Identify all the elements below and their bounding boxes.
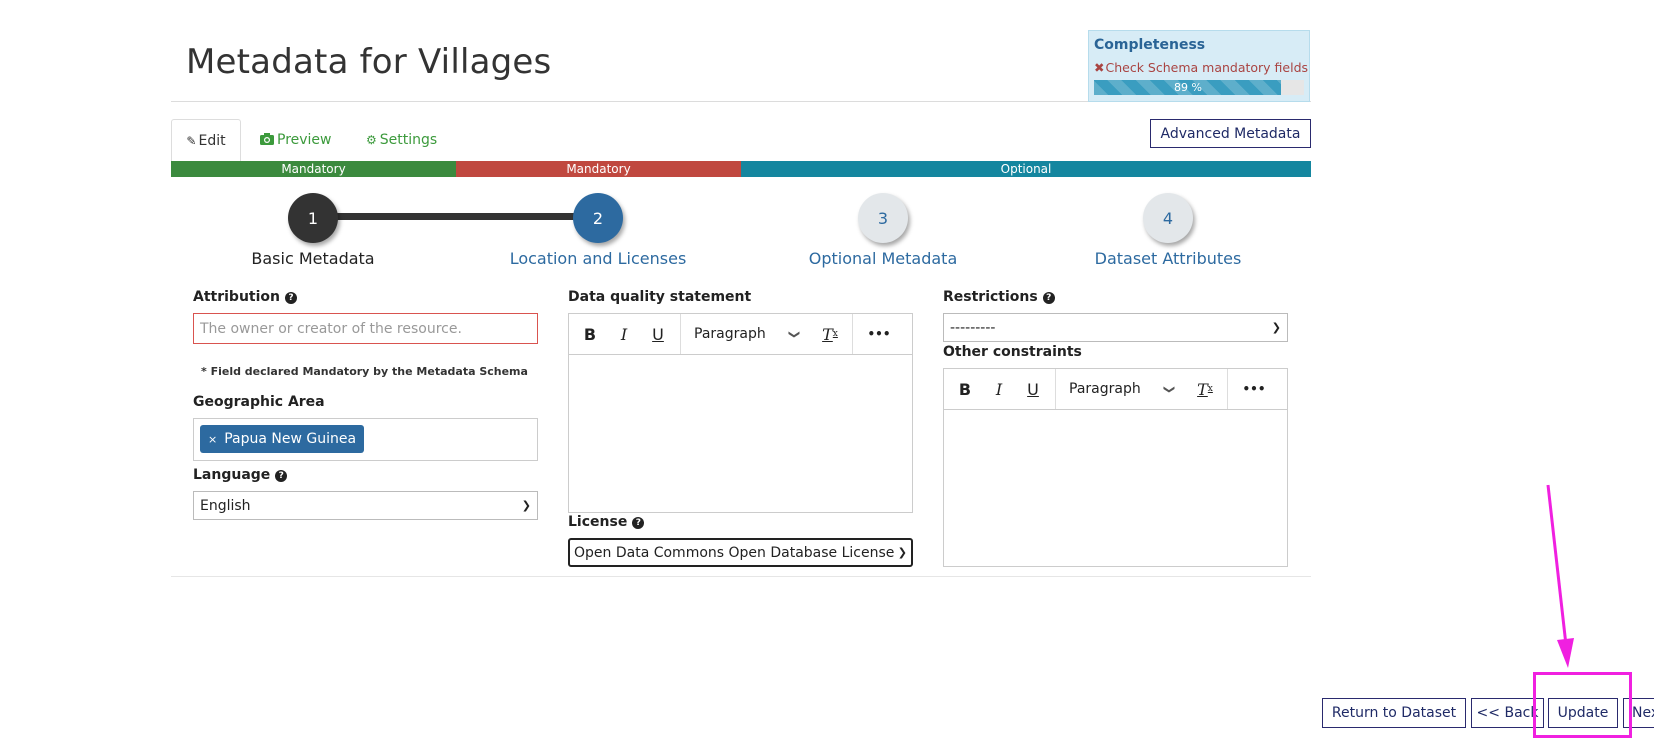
help-icon[interactable]: ?	[632, 517, 645, 529]
geographic-area-field[interactable]: × Papua New Guinea	[193, 418, 538, 461]
tab-preview[interactable]: Preview	[260, 119, 332, 161]
toolbar-divider	[852, 314, 853, 354]
chevron-down-icon: ❯	[1271, 321, 1281, 334]
step-2-circle[interactable]: 2	[573, 193, 623, 243]
camera-icon	[260, 132, 274, 148]
data-quality-label: Data quality statement	[568, 289, 752, 305]
gear-icon: ⚙	[366, 133, 377, 147]
chevron-down-icon: ❯	[521, 499, 531, 512]
attribution-label: Attribution?	[193, 289, 297, 305]
section-bar-optional: Optional	[741, 161, 1311, 177]
clear-format-button[interactable]: Tx	[1192, 369, 1218, 409]
language-label-text: Language	[193, 467, 271, 483]
more-options-button[interactable]: •••	[1236, 369, 1272, 409]
language-select[interactable]: English ❯	[193, 491, 538, 520]
restrictions-label-text: Restrictions	[943, 289, 1038, 305]
close-icon: ✖	[1094, 60, 1105, 75]
more-options-button[interactable]: •••	[861, 314, 897, 354]
license-label: License?	[568, 514, 645, 530]
editor-toolbar: B I U Paragraph ❯ Tx •••	[944, 369, 1287, 410]
tab-preview-label: Preview	[277, 132, 332, 148]
step-1-circle[interactable]: 1	[288, 193, 338, 243]
paragraph-format-select[interactable]: Paragraph ❯	[1062, 369, 1182, 409]
tab-settings-label: Settings	[379, 132, 438, 148]
chevron-down-icon: ❯	[1162, 384, 1176, 394]
form-divider	[171, 576, 1311, 577]
page-title: Metadata for Villages	[186, 42, 552, 82]
chevron-down-icon: ❯	[787, 329, 801, 339]
restrictions-label: Restrictions?	[943, 289, 1055, 305]
attribution-label-text: Attribution	[193, 289, 280, 305]
license-label-text: License	[568, 514, 628, 530]
step-1-label[interactable]: Basic Metadata	[183, 249, 443, 268]
step-4-circle[interactable]: 4	[1143, 193, 1193, 243]
geographic-area-label: Geographic Area	[193, 394, 325, 410]
clear-format-icon: x	[832, 329, 838, 339]
chevron-down-icon: ❯	[897, 546, 907, 559]
help-icon[interactable]: ?	[1042, 292, 1055, 304]
attribution-input[interactable]: The owner or creator of the resource.	[193, 313, 538, 344]
restrictions-select[interactable]: --------- ❯	[943, 313, 1288, 342]
remove-tag-icon[interactable]: ×	[208, 433, 217, 446]
clear-format-glyph: T	[1197, 379, 1208, 399]
tab-edit[interactable]: ✎ Edit	[171, 119, 241, 161]
completeness-percent: 89 %	[1174, 81, 1202, 94]
clear-format-button[interactable]: Tx	[817, 314, 843, 354]
other-constraints-editor[interactable]: B I U Paragraph ❯ Tx •••	[943, 368, 1288, 567]
paragraph-format-select[interactable]: Paragraph ❯	[687, 314, 807, 354]
tab-settings[interactable]: ⚙ Settings	[366, 119, 437, 161]
tab-edit-label: Edit	[198, 132, 226, 149]
other-constraints-label: Other constraints	[943, 344, 1082, 360]
completeness-check[interactable]: ✖Check Schema mandatory fields	[1094, 60, 1308, 75]
help-icon[interactable]: ?	[275, 470, 288, 482]
mandatory-note: * Field declared Mandatory by the Metada…	[201, 365, 528, 378]
geographic-area-tag[interactable]: × Papua New Guinea	[200, 425, 365, 453]
step-3-label[interactable]: Optional Metadata	[753, 249, 1013, 268]
italic-button[interactable]: I	[611, 314, 637, 354]
license-select[interactable]: Open Data Commons Open Database License ❯	[568, 538, 913, 567]
toolbar-divider	[1055, 369, 1056, 409]
underline-button[interactable]: U	[645, 314, 671, 354]
completeness-check-text: Check Schema mandatory fields	[1105, 60, 1309, 75]
completeness-progress-bar: 89 %	[1094, 80, 1304, 95]
completeness-panel: Completeness ✖Check Schema mandatory fie…	[1088, 30, 1310, 102]
editor-toolbar: B I U Paragraph ❯ Tx •••	[569, 314, 912, 355]
paragraph-format-label: Paragraph	[1069, 381, 1141, 397]
pencil-icon: ✎	[186, 133, 197, 148]
clear-format-icon: x	[1207, 384, 1213, 394]
italic-button[interactable]: I	[986, 369, 1012, 409]
stepper-progress-line	[313, 213, 597, 220]
help-icon[interactable]: ?	[285, 292, 297, 304]
section-bar-mandatory-1: Mandatory	[171, 161, 456, 177]
language-value: English	[200, 497, 251, 514]
geographic-area-tag-label: Papua New Guinea	[224, 431, 357, 447]
restrictions-value: ---------	[950, 319, 996, 336]
completeness-title: Completeness	[1094, 37, 1206, 53]
step-4-label[interactable]: Dataset Attributes	[1038, 249, 1298, 268]
advanced-metadata-button[interactable]: Advanced Metadata	[1150, 119, 1311, 148]
license-value: Open Data Commons Open Database License	[574, 544, 895, 561]
paragraph-format-label: Paragraph	[694, 326, 766, 342]
section-bar-mandatory-2: Mandatory	[456, 161, 741, 177]
highlight-box	[1533, 672, 1632, 738]
bold-button[interactable]: B	[952, 369, 978, 409]
bold-button[interactable]: B	[577, 314, 603, 354]
data-quality-editor[interactable]: B I U Paragraph ❯ Tx •••	[568, 313, 913, 513]
toolbar-divider	[680, 314, 681, 354]
step-3-circle[interactable]: 3	[858, 193, 908, 243]
clear-format-glyph: T	[822, 324, 833, 344]
language-label: Language?	[193, 467, 288, 483]
toolbar-divider	[1227, 369, 1228, 409]
step-2-label[interactable]: Location and Licenses	[468, 249, 728, 268]
return-to-dataset-button[interactable]: Return to Dataset	[1322, 698, 1466, 728]
underline-button[interactable]: U	[1020, 369, 1046, 409]
annotation-arrow-icon	[1546, 484, 1574, 668]
